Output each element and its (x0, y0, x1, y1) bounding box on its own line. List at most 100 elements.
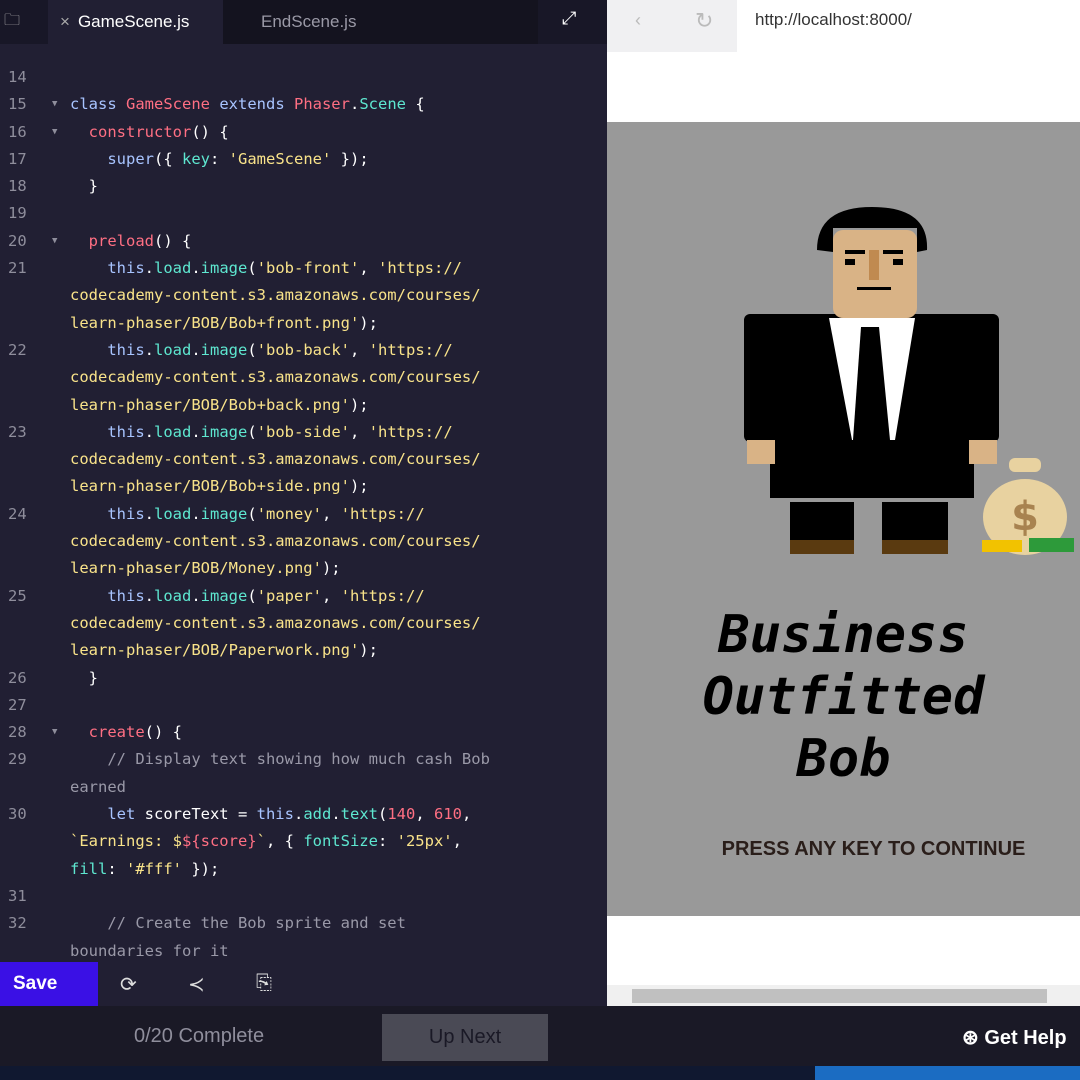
line-number: 31 (8, 886, 27, 905)
code-token: load (154, 504, 192, 523)
code-token: GameScene (126, 95, 220, 114)
code-line: 19 (0, 200, 607, 227)
code-token: let (70, 805, 145, 824)
code-token: () { (154, 231, 192, 250)
code-token: : (107, 859, 126, 878)
tab-gamescene[interactable]: × GameScene.js (48, 0, 223, 44)
code-text: learn-phaser/BOB/Paperwork.png'); (70, 637, 378, 664)
code-token: codecademy-content.s3.amazonaws.com/cour… (70, 613, 481, 632)
code-line: boundaries for it (0, 938, 607, 965)
folder-icon[interactable]: 🗀 (4, 9, 20, 36)
code-token: . (331, 805, 341, 824)
code-token: ( (247, 586, 257, 605)
footer-bar: 0/20 Complete Up Next ⊛ Get Help (0, 1006, 1080, 1066)
code-token: , (350, 340, 369, 359)
code-token: load (154, 422, 192, 441)
expand-icon[interactable]: ⤢ (562, 8, 576, 29)
title-line: Bob (796, 729, 891, 789)
bob-sprite: $ (744, 207, 1074, 555)
code-line: 27 (0, 692, 607, 719)
fold-arrow-icon[interactable]: ▼ (52, 119, 57, 146)
code-token: 140 (387, 805, 416, 824)
code-line: 21 this.load.image('bob-front', 'https:/… (0, 255, 607, 282)
code-token: image (200, 340, 248, 359)
code-text: this.load.image('paper', 'https:// (70, 583, 424, 610)
code-token: 'bob-front' (256, 259, 360, 278)
close-tab-icon[interactable]: × (60, 12, 70, 32)
refresh-icon[interactable]: ⟳ (120, 972, 137, 997)
code-token: create (70, 723, 145, 742)
code-line: earned (0, 774, 607, 801)
code-token: , (452, 832, 462, 851)
code-line: 17 super({ key: 'GameScene' }); (0, 146, 607, 173)
code-text: learn-phaser/BOB/Bob+front.png'); (70, 310, 378, 337)
code-token: { (406, 95, 425, 114)
line-number: 26 (8, 668, 27, 687)
copy-file-icon[interactable]: ⎘ (256, 972, 272, 995)
code-line: `Earnings: $${score}`, { fontSize: '25px… (0, 828, 607, 855)
code-token: : (377, 832, 397, 851)
code-line: learn-phaser/BOB/Bob+front.png'); (0, 310, 607, 337)
code-line: 16 ▼ constructor() { (0, 119, 607, 146)
code-token: ( (247, 422, 257, 441)
reload-icon[interactable]: ↻ (695, 8, 713, 34)
press-key-prompt: PRESS ANY KEY TO CONTINUE (721, 838, 1026, 860)
code-token: codecademy-content.s3.amazonaws.com/cour… (70, 286, 481, 305)
code-token: image (200, 259, 248, 278)
code-line: 30 let scoreText = this.add.text(140, 61… (0, 801, 607, 828)
code-token: learn-phaser/BOB/Paperwork.png' (70, 641, 360, 660)
line-number: 28 (8, 723, 27, 742)
url-bar[interactable]: http://localhost:8000/ (737, 0, 1080, 52)
code-token: preload (70, 231, 154, 250)
tab-label: EndScene.js (261, 12, 357, 31)
code-token: , (322, 586, 341, 605)
code-token: 'paper' (256, 586, 323, 605)
fold-arrow-icon[interactable]: ▼ (52, 719, 57, 746)
code-text: codecademy-content.s3.amazonaws.com/cour… (70, 528, 481, 555)
line-number: 17 (8, 149, 27, 168)
code-token: 'money' (256, 504, 323, 523)
editor-toolbar: Save ⟳ ≺ ⎘ (0, 962, 607, 1006)
code-token: . (349, 95, 360, 114)
line-number: 18 (8, 177, 27, 196)
back-icon[interactable]: ‹ (635, 10, 641, 31)
code-line: codecademy-content.s3.amazonaws.com/cour… (0, 364, 607, 391)
fold-arrow-icon[interactable]: ▼ (52, 228, 57, 255)
fold-arrow-icon[interactable]: ▼ (52, 91, 57, 118)
code-text: earned (70, 774, 126, 801)
share-icon[interactable]: ≺ (188, 972, 205, 997)
money-bag-icon: $ (982, 458, 1074, 555)
horizontal-scrollbar[interactable] (607, 985, 1080, 1006)
code-token: }); (182, 859, 220, 878)
code-line: 23 this.load.image('bob-side', 'https:// (0, 419, 607, 446)
code-token: . (144, 504, 154, 523)
code-line: codecademy-content.s3.amazonaws.com/cour… (0, 446, 607, 473)
game-canvas[interactable]: $ Business Outfitted Bob PRESS ANY KEY T… (607, 122, 1080, 916)
up-next-button[interactable]: Up Next (382, 1014, 548, 1061)
scrollbar-thumb[interactable] (632, 989, 1047, 1003)
save-button[interactable]: Save (0, 962, 98, 1006)
code-token: 'https:// (378, 259, 463, 278)
code-token: load (154, 259, 192, 278)
code-token: . (191, 259, 201, 278)
tab-endscene[interactable]: EndScene.js (223, 0, 538, 44)
code-token: ); (349, 395, 369, 414)
code-token: 'https:// (368, 340, 453, 359)
code-line: 18 } (0, 173, 607, 200)
code-text: // Create the Bob sprite and set (70, 910, 406, 937)
code-token: learn-phaser/BOB/Bob+side.png' (70, 477, 350, 496)
editor-tab-bar: 🗀 × GameScene.js EndScene.js ⤢ (0, 0, 607, 44)
line-number: 14 (8, 68, 27, 86)
code-editor-panel: 🗀 × GameScene.js EndScene.js ⤢ 14 15 ▼ clas… (0, 0, 607, 1006)
code-token: . (191, 340, 201, 359)
code-text: codecademy-content.s3.amazonaws.com/cour… (70, 364, 481, 391)
code-token: this (70, 259, 145, 278)
code-token: Scene (359, 95, 406, 114)
get-help-button[interactable]: ⊛ Get Help (962, 1025, 1067, 1050)
code-text: } (70, 173, 98, 200)
code-token: load (154, 340, 192, 359)
code-line: codecademy-content.s3.amazonaws.com/cour… (0, 610, 607, 637)
code-token: learn-phaser/BOB/Bob+back.png' (70, 395, 350, 414)
code-line: 20 ▼ preload() { (0, 228, 607, 255)
code-area[interactable]: 14 15 ▼ class GameScene extends Phaser.Scen… (0, 64, 607, 965)
